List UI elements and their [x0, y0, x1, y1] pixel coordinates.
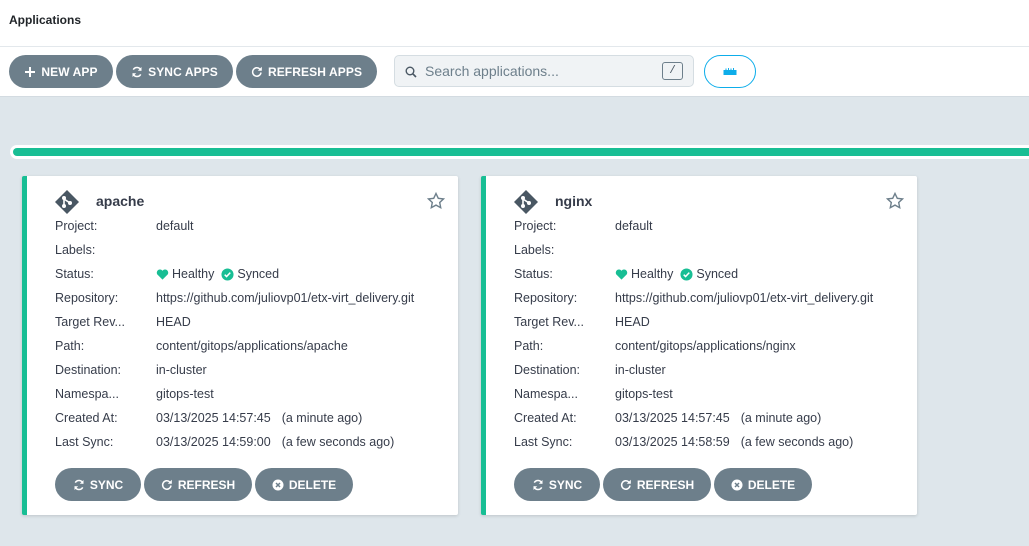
- sync-icon: [132, 66, 142, 77]
- refresh-icon: [161, 479, 172, 490]
- row-labels: Labels:: [514, 243, 555, 257]
- delete-button[interactable]: DELETE: [255, 468, 353, 501]
- row-path: Path: content/gitops/applications/apache: [55, 339, 348, 353]
- row-repository: Repository: https://github.com/juliovp01/…: [514, 291, 874, 305]
- delete-button[interactable]: DELETE: [714, 468, 812, 501]
- row-status: Status: Healthy Synced: [514, 267, 739, 281]
- row-namespace: Namespa... gitops-test: [55, 387, 214, 401]
- star-icon[interactable]: [886, 192, 904, 210]
- health-status: Healthy: [172, 267, 215, 281]
- app-name[interactable]: apache: [96, 193, 144, 209]
- app-name[interactable]: nginx: [555, 193, 592, 209]
- search-icon: [405, 66, 417, 78]
- row-status: Status: Healthy Synced: [55, 267, 280, 281]
- progress-fill: [13, 148, 1029, 156]
- refresh-button[interactable]: REFRESH: [603, 468, 711, 501]
- ruler-icon: [723, 67, 737, 75]
- sync-button[interactable]: SYNC: [514, 468, 600, 501]
- refresh-button[interactable]: REFRESH: [144, 468, 252, 501]
- sync-button[interactable]: SYNC: [55, 468, 141, 501]
- top-bar: Applications: [0, 0, 1029, 47]
- sync-apps-label: SYNC APPS: [148, 64, 218, 79]
- row-destination: Destination: in-cluster: [55, 363, 207, 377]
- status-progress-bar: [10, 145, 1029, 159]
- sync-apps-button[interactable]: SYNC APPS: [116, 55, 233, 88]
- git-icon: [514, 190, 538, 214]
- heart-icon: [615, 268, 628, 280]
- row-namespace: Namespa... gitops-test: [514, 387, 673, 401]
- row-project: Project: default: [514, 219, 653, 233]
- sync-icon: [74, 479, 84, 490]
- refresh-icon: [251, 66, 262, 77]
- sync-status: Synced: [696, 267, 739, 281]
- view-toggle-button[interactable]: [704, 55, 756, 88]
- search-input[interactable]: [425, 60, 650, 82]
- refresh-apps-label: REFRESH APPS: [267, 64, 363, 79]
- health-status: Healthy: [631, 267, 674, 281]
- refresh-apps-button[interactable]: REFRESH APPS: [236, 55, 377, 88]
- row-last-sync: Last Sync: 03/13/2025 14:58:59 (a few sec…: [514, 435, 854, 449]
- row-repository: Repository: https://github.com/juliovp01/…: [55, 291, 415, 305]
- star-icon[interactable]: [427, 192, 445, 210]
- sync-status: Synced: [237, 267, 280, 281]
- row-last-sync: Last Sync: 03/13/2025 14:59:00 (a few sec…: [55, 435, 395, 449]
- heart-icon: [156, 268, 169, 280]
- search-box[interactable]: /: [394, 55, 694, 87]
- row-labels: Labels:: [55, 243, 96, 257]
- times-circle-icon: [272, 479, 284, 490]
- new-app-label: NEW APP: [41, 64, 98, 79]
- git-icon: [55, 190, 79, 214]
- app-card-nginx[interactable]: nginx Project: default Labels: Status: He…: [481, 176, 917, 515]
- row-path: Path: content/gitops/applications/nginx: [514, 339, 796, 353]
- sync-icon: [533, 479, 543, 490]
- app-card-apache[interactable]: apache Project: default Labels: Status: H…: [22, 176, 458, 515]
- check-circle-icon: [680, 267, 693, 281]
- row-created-at: Created At: 03/13/2025 14:57:45 (a minute…: [55, 411, 363, 425]
- times-circle-icon: [731, 479, 743, 490]
- refresh-icon: [620, 479, 631, 490]
- row-target-revision: Target Rev... HEAD: [514, 315, 650, 329]
- row-target-revision: Target Rev... HEAD: [55, 315, 191, 329]
- check-circle-icon: [221, 267, 234, 281]
- row-created-at: Created At: 03/13/2025 14:57:45 (a minute…: [514, 411, 822, 425]
- page-title: Applications: [9, 13, 82, 27]
- toolbar: NEW APP SYNC APPS REFRESH APPS /: [0, 47, 1029, 97]
- row-destination: Destination: in-cluster: [514, 363, 666, 377]
- row-project: Project: default: [55, 219, 194, 233]
- plus-icon: [25, 66, 36, 77]
- search-shortcut-hint: /: [662, 62, 683, 80]
- new-app-button[interactable]: NEW APP: [9, 55, 113, 88]
